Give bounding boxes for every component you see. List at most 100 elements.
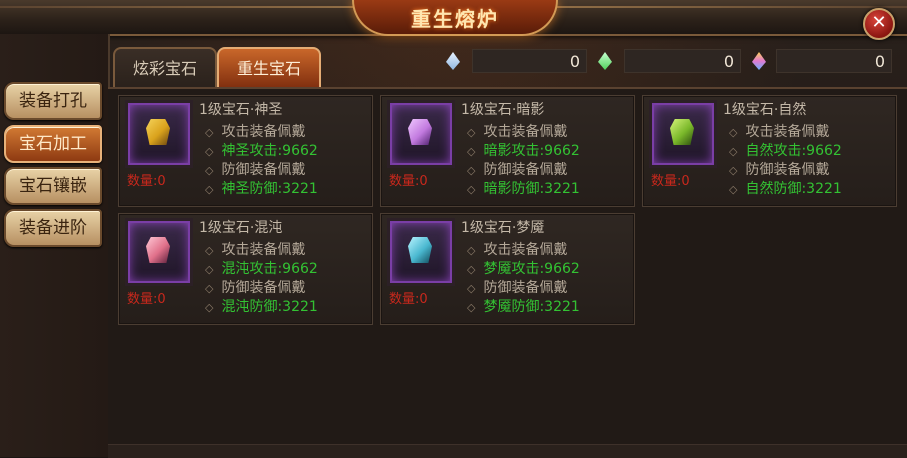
sidebar-item-label: 宝石镶嵌 (19, 176, 87, 196)
gem-card-nature[interactable]: 数量:0 1级宝石·自然 ◇ 攻击装备佩戴 ◇ 自然攻击:9662 ◇ 防御装备佩戴 … (642, 95, 897, 207)
tab-rebirth-gem[interactable]: 重生宝石 (217, 47, 321, 89)
gem-card-holy[interactable]: 数量:0 1级宝石·神圣 ◇ 攻击装备佩戴 ◇ 神圣攻击:9662 ◇ 防御装备佩戴 … (118, 95, 373, 207)
gem-quantity: 数量:0 (127, 292, 166, 307)
diamond-bullet-icon: ◇ (205, 145, 214, 158)
gem-card-shadow[interactable]: 数量:0 1级宝石·暗影 ◇ 攻击装备佩戴 ◇ 暗影攻击:9662 ◇ 防御装备佩戴 … (380, 95, 635, 207)
tab-colorful-gem[interactable]: 炫彩宝石 (113, 47, 217, 89)
gem-card-nightmare[interactable]: 数量:0 1级宝石·梦魇 ◇ 攻击装备佩戴 ◇ 梦魇攻击:9662 ◇ 防御装备佩戴 … (380, 213, 635, 325)
gem-wear-attack: 攻击装备佩戴 (483, 242, 568, 258)
holy-gem-icon (146, 119, 170, 145)
diamond-bullet-icon: ◇ (467, 183, 476, 196)
diamond-bullet-icon: ◇ (467, 282, 476, 295)
gem-attr-row: ◇ 攻击装备佩戴 (205, 239, 305, 259)
diamond-bullet-icon: ◇ (205, 301, 214, 314)
close-button[interactable]: ✕ (863, 8, 895, 40)
resource-count-rainbow: 0 (776, 49, 892, 73)
gem-quantity: 数量:0 (651, 174, 690, 189)
gem-wear-defense: 防御装备佩戴 (483, 280, 568, 296)
gem-quantity: 数量:0 (127, 174, 166, 189)
gem-wear-defense: 防御装备佩戴 (483, 162, 568, 178)
gem-slot[interactable] (649, 100, 717, 168)
gem-wear-defense: 防御装备佩戴 (745, 162, 830, 178)
sidebar-item-equip-advance[interactable]: 装备进阶 (4, 209, 102, 247)
gem-wear-attack: 攻击装备佩戴 (221, 124, 306, 140)
gem-attr-row: ◇ 防御装备佩戴 (205, 277, 305, 297)
shadow-gem-icon (408, 119, 432, 145)
gem-slot[interactable] (387, 218, 455, 286)
gem-card-chaos[interactable]: 数量:0 1级宝石·混沌 ◇ 攻击装备佩戴 ◇ 混沌攻击:9662 ◇ 防御装备佩戴 … (118, 213, 373, 325)
sidebar-item-label: 宝石加工 (19, 134, 87, 154)
gem-name: 1级宝石·混沌 (199, 220, 283, 236)
tab-label: 炫彩宝石 (132, 59, 197, 78)
chaos-gem-icon (146, 237, 170, 263)
gem-quantity: 数量:0 (389, 292, 428, 307)
gem-attr-row: ◇ 防御装备佩戴 (205, 159, 305, 179)
resource-count-green: 0 (624, 49, 741, 73)
gem-quantity: 数量:0 (389, 174, 428, 189)
gem-wear-attack: 攻击装备佩戴 (745, 124, 830, 140)
gem-attr-row: ◇ 梦魇防御:3221 (467, 296, 580, 316)
gem-attack-value: 自然攻击:9662 (745, 143, 842, 159)
gem-slot[interactable] (125, 100, 193, 168)
gem-wear-attack: 攻击装备佩戴 (483, 124, 568, 140)
gem-attr-row: ◇ 暗影防御:3221 (467, 178, 580, 198)
gem-name: 1级宝石·自然 (723, 102, 807, 118)
gem-attack-value: 梦魇攻击:9662 (483, 261, 580, 277)
sidebar-item-label: 装备进阶 (19, 218, 87, 238)
diamond-bullet-icon: ◇ (205, 282, 214, 295)
gem-name: 1级宝石·暗影 (461, 102, 545, 118)
gem-attack-value: 混沌攻击:9662 (221, 261, 318, 277)
diamond-bullet-icon: ◇ (729, 126, 738, 139)
sidebar-item-gem-process[interactable]: 宝石加工 (4, 125, 102, 163)
diamond-bullet-icon: ◇ (467, 145, 476, 158)
gem-slot[interactable] (125, 218, 193, 286)
diamond-bullet-icon: ◇ (205, 126, 214, 139)
gem-defense-value: 自然防御:3221 (745, 181, 842, 197)
gem-attack-value: 神圣攻击:9662 (221, 143, 318, 159)
nightmare-gem-icon (408, 237, 432, 263)
nature-gem-icon (670, 119, 694, 145)
diamond-bullet-icon: ◇ (467, 301, 476, 314)
diamond-bullet-icon: ◇ (467, 244, 476, 257)
gem-attr-row: ◇ 神圣防御:3221 (205, 178, 318, 198)
diamond-bullet-icon: ◇ (467, 164, 476, 177)
gem-name: 1级宝石·神圣 (199, 102, 283, 118)
gem-wear-defense: 防御装备佩戴 (221, 162, 306, 178)
diamond-bullet-icon: ◇ (205, 263, 214, 276)
gem-defense-value: 梦魇防御:3221 (483, 299, 580, 315)
title-plate: 重生熔炉 (352, 0, 558, 36)
gem-attr-row: ◇ 防御装备佩戴 (467, 277, 567, 297)
sidebar-item-label: 装备打孔 (19, 91, 87, 111)
diamond-bullet-icon: ◇ (205, 244, 214, 257)
diamond-bullet-icon: ◇ (729, 145, 738, 158)
gem-attr-row: ◇ 攻击装备佩戴 (467, 239, 567, 259)
gem-slot[interactable] (387, 100, 455, 168)
diamond-bullet-icon: ◇ (467, 126, 476, 139)
gem-attr-row: ◇ 自然攻击:9662 (729, 140, 842, 160)
diamond-bullet-icon: ◇ (729, 183, 738, 196)
resource-count-blue: 0 (472, 49, 587, 73)
gem-attr-row: ◇ 梦魇攻击:9662 (467, 258, 580, 278)
gem-name: 1级宝石·梦魇 (461, 220, 545, 236)
gem-attr-row: ◇ 混沌防御:3221 (205, 296, 318, 316)
gem-attr-row: ◇ 攻击装备佩戴 (467, 121, 567, 141)
sidebar-item-equip-punch[interactable]: 装备打孔 (4, 82, 102, 120)
gem-attr-row: ◇ 防御装备佩戴 (467, 159, 567, 179)
gem-attr-row: ◇ 神圣攻击:9662 (205, 140, 318, 160)
gem-defense-value: 神圣防御:3221 (221, 181, 318, 197)
sidebar-item-gem-inlay[interactable]: 宝石镶嵌 (4, 167, 102, 205)
gem-attr-row: ◇ 混沌攻击:9662 (205, 258, 318, 278)
gem-attack-value: 暗影攻击:9662 (483, 143, 580, 159)
gem-wear-defense: 防御装备佩戴 (221, 280, 306, 296)
diamond-bullet-icon: ◇ (729, 164, 738, 177)
bottom-bar (108, 444, 907, 458)
gem-attr-row: ◇ 防御装备佩戴 (729, 159, 829, 179)
window-title: 重生熔炉 (411, 7, 499, 31)
gem-defense-value: 混沌防御:3221 (221, 299, 318, 315)
gem-attr-row: ◇ 暗影攻击:9662 (467, 140, 580, 160)
diamond-bullet-icon: ◇ (205, 164, 214, 177)
gem-defense-value: 暗影防御:3221 (483, 181, 580, 197)
gem-attr-row: ◇ 攻击装备佩戴 (729, 121, 829, 141)
tab-label: 重生宝石 (236, 59, 301, 78)
close-icon: ✕ (871, 12, 887, 33)
